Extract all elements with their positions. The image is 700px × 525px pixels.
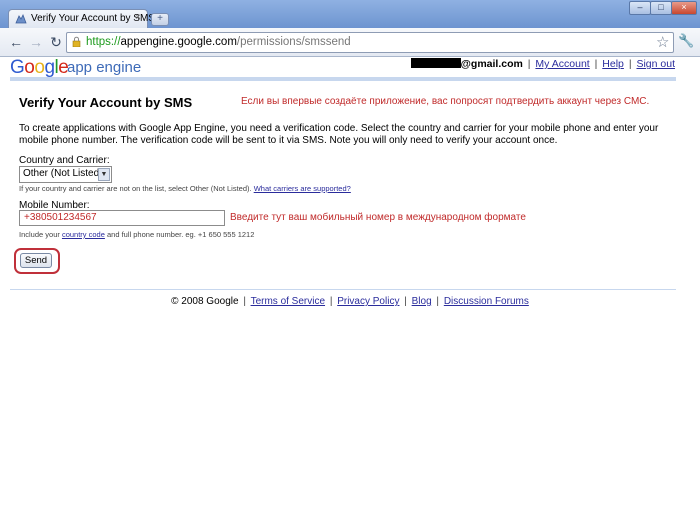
- logo-letter: o: [34, 57, 45, 78]
- lock-icon: [72, 36, 81, 47]
- url-host: appengine.google.com: [120, 36, 237, 48]
- mobile-number-input[interactable]: +380501234567: [19, 210, 225, 226]
- page-content: Google app engine @gmail.com | My Accoun…: [0, 57, 700, 525]
- tab-close-icon[interactable]: ×: [135, 12, 141, 23]
- google-app-engine-logo[interactable]: Google app engine: [10, 57, 141, 79]
- maximize-button[interactable]: □: [650, 1, 672, 15]
- url-text: https://appengine.google.com/permissions…: [86, 36, 351, 48]
- separator: |: [436, 296, 440, 307]
- mobile-help-pre: Include your: [19, 230, 62, 239]
- user-email: @gmail.com: [460, 58, 523, 70]
- bookmark-star-icon[interactable]: ☆: [656, 33, 669, 51]
- copyright: © 2008 Google: [171, 296, 239, 307]
- carrier-help-text: If your country and carrier are not on t…: [19, 184, 351, 193]
- intro-text: To create applications with Google App E…: [19, 123, 659, 146]
- minimize-button[interactable]: –: [629, 1, 651, 15]
- redacted-email: [410, 58, 461, 68]
- mobile-help-text: Include your country code and full phone…: [19, 230, 254, 239]
- url-scheme: https://: [86, 36, 121, 48]
- title-bar: Verify Your Account by SMS × + – □ ×: [0, 0, 700, 29]
- tab-verify-sms[interactable]: Verify Your Account by SMS ×: [8, 9, 155, 29]
- separator: |: [594, 58, 598, 70]
- product-name: app engine: [67, 59, 142, 76]
- carrier-selected-value: Other (Not Listed): [23, 168, 103, 179]
- browser-toolbar: ← → ↻ https://appengine.google.com/permi…: [0, 28, 700, 57]
- carrier-help: If your country and carrier are not on t…: [19, 184, 254, 193]
- country-code-link[interactable]: country code: [62, 230, 105, 239]
- footer-divider: [10, 289, 676, 290]
- sign-out-link[interactable]: Sign out: [636, 58, 675, 70]
- separator: |: [628, 58, 632, 70]
- reload-icon[interactable]: ↻: [48, 34, 64, 50]
- wrench-icon[interactable]: 🔧: [678, 33, 694, 49]
- my-account-link[interactable]: My Account: [535, 58, 589, 70]
- header-divider: [10, 77, 676, 81]
- logo-letter: g: [44, 57, 55, 78]
- send-button[interactable]: Send: [20, 253, 52, 268]
- separator: |: [329, 296, 333, 307]
- carriers-supported-link[interactable]: What carriers are supported?: [254, 184, 351, 193]
- country-carrier-label: Country and Carrier:: [19, 155, 110, 166]
- separator: |: [527, 58, 531, 70]
- help-link[interactable]: Help: [602, 58, 624, 70]
- page-title: Verify Your Account by SMS: [19, 95, 193, 110]
- footer: © 2008 Google | Terms of Service | Priva…: [0, 296, 700, 307]
- annotation-note-mobile: Введите тут ваш мобильный номер в междун…: [230, 212, 526, 223]
- new-tab-button[interactable]: +: [151, 13, 169, 26]
- annotation-note: Если вы впервые создаёте приложение, вас…: [241, 96, 650, 107]
- blog-link[interactable]: Blog: [412, 296, 432, 307]
- account-links: @gmail.com | My Account | Help | Sign ou…: [410, 58, 675, 70]
- forums-link[interactable]: Discussion Forums: [444, 296, 529, 307]
- back-arrow-icon[interactable]: ←: [8, 34, 24, 50]
- terms-link[interactable]: Terms of Service: [251, 296, 325, 307]
- address-bar[interactable]: https://appengine.google.com/permissions…: [66, 32, 674, 53]
- mobile-help-post: and full phone number. eg. +1 650 555 12…: [104, 230, 255, 239]
- forward-arrow-icon[interactable]: →: [28, 34, 44, 50]
- close-window-button[interactable]: ×: [671, 1, 697, 15]
- chevron-down-icon[interactable]: ▼: [98, 168, 110, 181]
- logo-letter: G: [10, 57, 25, 78]
- separator: |: [404, 296, 407, 307]
- carrier-select[interactable]: Other (Not Listed) ▼: [19, 166, 112, 183]
- app-engine-icon: [15, 14, 27, 24]
- separator: |: [243, 296, 246, 307]
- url-path: /permissions/smssend: [236, 36, 351, 48]
- logo-letter: o: [24, 57, 35, 78]
- send-highlight: Send: [14, 248, 60, 274]
- privacy-link[interactable]: Privacy Policy: [337, 296, 399, 307]
